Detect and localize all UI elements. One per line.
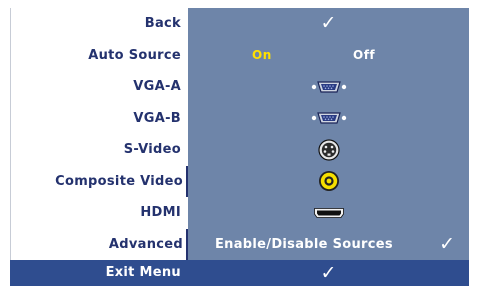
row-back[interactable]: Back: [11, 8, 188, 40]
auto-source-value-row: On Off: [188, 40, 469, 72]
s-video-icon-cell: [188, 134, 469, 166]
composite-video-icon-cell: [188, 166, 469, 198]
exit-menu-check-cell[interactable]: ✓: [188, 260, 469, 286]
vga-b-value-row[interactable]: [188, 103, 469, 135]
vga-b-label: VGA-B: [133, 110, 181, 126]
auto-source-on-option[interactable]: On: [252, 40, 272, 72]
hdmi-icon-cell: [188, 197, 469, 229]
check-icon: ✓: [320, 12, 337, 35]
advanced-value-row[interactable]: Enable/Disable Sources ✓: [188, 229, 469, 261]
auto-source-off-option[interactable]: Off: [353, 40, 375, 72]
vga-a-icon-cell: [188, 71, 469, 103]
s-video-label: S-Video: [123, 142, 181, 157]
hdmi-value-row[interactable]: [188, 197, 469, 229]
vga-b-icon-cell: [188, 103, 469, 135]
vga-a-label: VGA-A: [133, 79, 181, 94]
check-icon: ✓: [439, 232, 455, 255]
exit-menu-label-cell: Exit Menu: [10, 260, 188, 286]
row-composite-video[interactable]: Composite Video: [11, 165, 188, 197]
row-auto-source[interactable]: Auto Source: [11, 40, 188, 72]
menu-panel: Back Auto Source VGA-A VGA-B S-Video Com…: [10, 8, 469, 260]
row-s-video[interactable]: S-Video: [11, 134, 188, 166]
auto-source-label: Auto Source: [88, 47, 181, 63]
composite-video-value-row[interactable]: [188, 166, 469, 198]
projector-osd-input-menu: Back Auto Source VGA-A VGA-B S-Video Com…: [0, 0, 477, 293]
vga-connector-icon: [311, 81, 346, 93]
exit-menu-label: Exit Menu: [105, 265, 181, 280]
row-hdmi[interactable]: HDMI: [11, 197, 188, 229]
enable-disable-sources-label: Enable/Disable Sources: [215, 236, 393, 252]
vga-a-value-row[interactable]: [188, 71, 469, 103]
row-vga-a[interactable]: VGA-A: [11, 71, 188, 103]
hdmi-label: HDMI: [140, 205, 181, 220]
s-video-value-row[interactable]: [188, 134, 469, 166]
back-check[interactable]: ✓: [188, 8, 469, 40]
exit-menu-bar[interactable]: Exit Menu ✓: [10, 260, 469, 286]
labels-column: Back Auto Source VGA-A VGA-B S-Video Com…: [10, 8, 188, 260]
advanced-label: Advanced: [109, 228, 188, 260]
s-video-connector-icon: [317, 139, 340, 161]
vga-connector-icon: [311, 112, 346, 124]
check-icon: ✓: [320, 262, 337, 284]
back-value-row[interactable]: ✓: [188, 8, 469, 40]
row-vga-b[interactable]: VGA-B: [11, 103, 188, 135]
values-column: ✓ On Off Enable/Disable Sources ✓: [188, 8, 469, 260]
composite-video-connector-icon: [318, 171, 339, 192]
composite-video-label: Composite Video: [55, 165, 188, 197]
hdmi-connector-icon: [313, 207, 344, 218]
row-advanced[interactable]: Advanced: [11, 228, 188, 260]
back-label: Back: [144, 16, 181, 31]
